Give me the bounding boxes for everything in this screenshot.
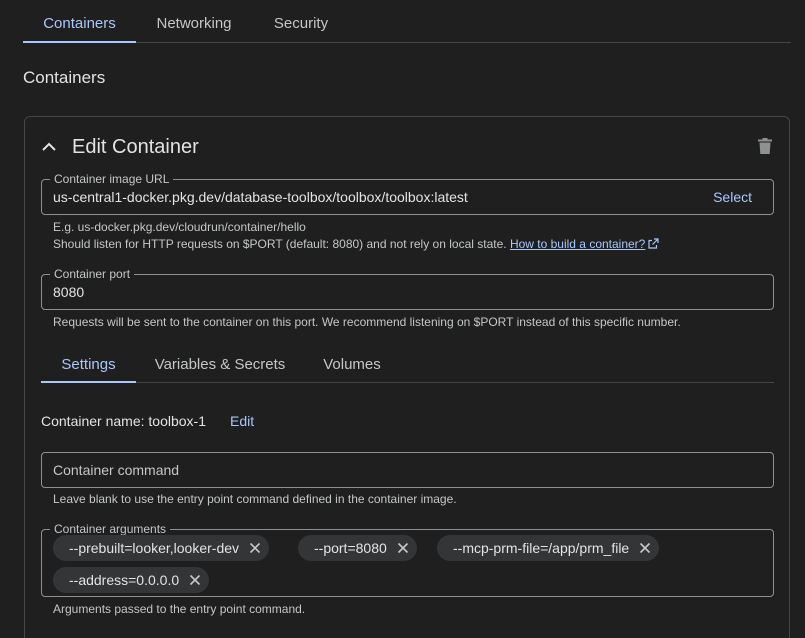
container-name-label: Container name: toolbox-1 xyxy=(41,413,206,429)
tab-volumes[interactable]: Volumes xyxy=(315,344,389,382)
edit-container-card: Edit Container Container image URL us-ce… xyxy=(24,116,790,638)
select-image-button[interactable]: Select xyxy=(713,189,752,205)
argument-chip-label: --mcp-prm-file=/app/prm_file xyxy=(453,540,630,556)
card-header[interactable]: Edit Container xyxy=(41,135,199,159)
how-to-build-link-text[interactable]: How to build a container? xyxy=(510,237,645,251)
container-image-url-field[interactable]: Container image URL us-central1-docker.p… xyxy=(41,172,774,215)
argument-chip[interactable]: --port=8080 xyxy=(298,535,417,561)
close-icon[interactable] xyxy=(639,542,651,554)
container-image-url-label: Container image URL xyxy=(50,172,174,186)
container-name-row: Container name: toolbox-1 Edit xyxy=(41,413,254,429)
tab-variables-secrets[interactable]: Variables & Secrets xyxy=(145,344,295,382)
external-link-icon[interactable] xyxy=(648,238,659,249)
close-icon[interactable] xyxy=(249,542,261,554)
close-icon[interactable] xyxy=(397,542,409,554)
arguments-helper: Arguments passed to the entry point comm… xyxy=(53,602,306,616)
top-tab-bar: Containers Networking Security xyxy=(23,0,791,43)
argument-chip-label: --address=0.0.0.0 xyxy=(69,572,180,588)
argument-chip[interactable]: --mcp-prm-file=/app/prm_file xyxy=(437,535,660,561)
container-port-field[interactable]: Container port 8080 xyxy=(41,267,774,310)
container-command-placeholder[interactable]: Container command xyxy=(53,462,179,478)
card-title: Edit Container xyxy=(72,135,199,158)
container-settings-tab-bar: Settings Variables & Secrets Volumes xyxy=(41,344,774,383)
port-helper: Requests will be sent to the container o… xyxy=(53,315,681,329)
container-arguments-label: Container arguments xyxy=(50,522,171,536)
command-helper: Leave blank to use the entry point comma… xyxy=(53,492,457,506)
argument-chip[interactable]: --address=0.0.0.0 xyxy=(53,567,210,593)
how-to-build-link[interactable]: How to build a container? xyxy=(510,237,645,251)
container-command-field[interactable]: Container command xyxy=(41,452,774,488)
image-listen-helper: Should listen for HTTP requests on $PORT… xyxy=(53,236,659,253)
tab-security[interactable]: Security xyxy=(261,0,341,42)
section-title: Containers xyxy=(23,68,106,87)
argument-chip-label: --prebuilt=looker,looker-dev xyxy=(69,540,240,556)
tab-settings[interactable]: Settings xyxy=(41,344,136,383)
tab-networking[interactable]: Networking xyxy=(143,0,245,42)
argument-chip-label: --port=8080 xyxy=(314,540,387,556)
container-arguments-field[interactable]: Container arguments --prebuilt=looker,lo… xyxy=(41,522,774,597)
edit-name-button[interactable]: Edit xyxy=(230,413,254,429)
close-icon[interactable] xyxy=(189,574,201,586)
trash-icon[interactable] xyxy=(758,138,772,154)
container-image-url-value[interactable]: us-central1-docker.pkg.dev/database-tool… xyxy=(53,189,468,205)
chevron-up-icon[interactable] xyxy=(41,139,57,155)
page: Containers Networking Security Container… xyxy=(0,0,805,638)
image-listen-text: Should listen for HTTP requests on $PORT… xyxy=(53,237,507,251)
image-example-helper: E.g. us-docker.pkg.dev/cloudrun/containe… xyxy=(53,220,306,234)
container-port-label: Container port xyxy=(50,267,135,281)
container-port-value[interactable]: 8080 xyxy=(53,284,84,300)
tab-containers[interactable]: Containers xyxy=(23,0,136,43)
argument-chip[interactable]: --prebuilt=looker,looker-dev xyxy=(53,535,270,561)
